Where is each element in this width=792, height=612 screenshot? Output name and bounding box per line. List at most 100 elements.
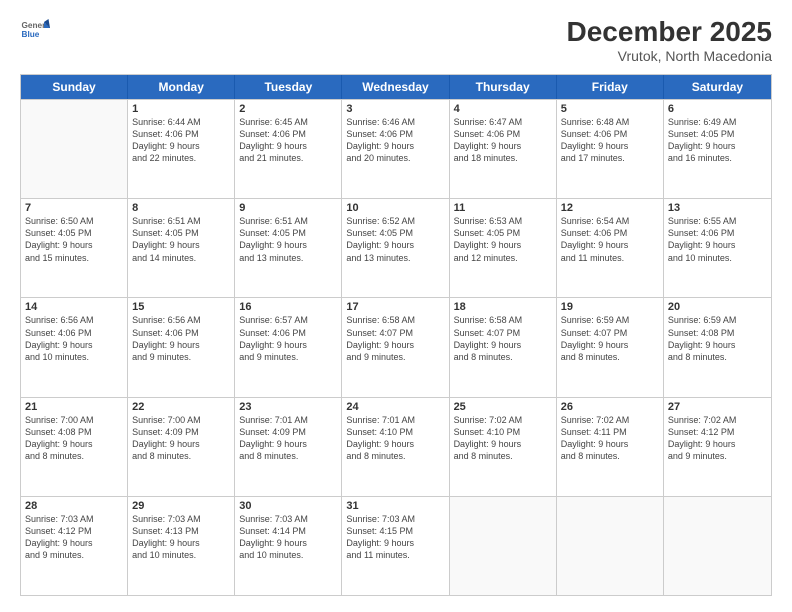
- page: General Blue December 2025 Vrutok, North…: [0, 0, 792, 612]
- day-number: 17: [346, 301, 444, 313]
- cal-cell: 26Sunrise: 7:02 AM Sunset: 4:11 PM Dayli…: [557, 398, 664, 496]
- cal-cell: 17Sunrise: 6:58 AM Sunset: 4:07 PM Dayli…: [342, 298, 449, 396]
- day-number: 6: [668, 103, 767, 115]
- cal-cell: 25Sunrise: 7:02 AM Sunset: 4:10 PM Dayli…: [450, 398, 557, 496]
- header-day-wednesday: Wednesday: [342, 75, 449, 99]
- day-info: Sunrise: 6:48 AM Sunset: 4:06 PM Dayligh…: [561, 116, 659, 165]
- cal-cell: 10Sunrise: 6:52 AM Sunset: 4:05 PM Dayli…: [342, 199, 449, 297]
- cal-cell: 1Sunrise: 6:44 AM Sunset: 4:06 PM Daylig…: [128, 100, 235, 198]
- day-info: Sunrise: 7:01 AM Sunset: 4:09 PM Dayligh…: [239, 414, 337, 463]
- logo: General Blue: [20, 16, 50, 46]
- cal-cell: 24Sunrise: 7:01 AM Sunset: 4:10 PM Dayli…: [342, 398, 449, 496]
- day-info: Sunrise: 6:54 AM Sunset: 4:06 PM Dayligh…: [561, 215, 659, 264]
- cal-cell: 3Sunrise: 6:46 AM Sunset: 4:06 PM Daylig…: [342, 100, 449, 198]
- svg-text:Blue: Blue: [22, 30, 40, 39]
- day-number: 5: [561, 103, 659, 115]
- day-info: Sunrise: 7:03 AM Sunset: 4:12 PM Dayligh…: [25, 513, 123, 562]
- day-info: Sunrise: 7:02 AM Sunset: 4:12 PM Dayligh…: [668, 414, 767, 463]
- day-info: Sunrise: 6:46 AM Sunset: 4:06 PM Dayligh…: [346, 116, 444, 165]
- cal-cell: 6Sunrise: 6:49 AM Sunset: 4:05 PM Daylig…: [664, 100, 771, 198]
- day-number: 23: [239, 401, 337, 413]
- day-info: Sunrise: 6:59 AM Sunset: 4:07 PM Dayligh…: [561, 314, 659, 363]
- day-info: Sunrise: 7:02 AM Sunset: 4:10 PM Dayligh…: [454, 414, 552, 463]
- day-number: 27: [668, 401, 767, 413]
- cal-cell: 22Sunrise: 7:00 AM Sunset: 4:09 PM Dayli…: [128, 398, 235, 496]
- day-number: 20: [668, 301, 767, 313]
- cal-cell: 21Sunrise: 7:00 AM Sunset: 4:08 PM Dayli…: [21, 398, 128, 496]
- day-info: Sunrise: 6:50 AM Sunset: 4:05 PM Dayligh…: [25, 215, 123, 264]
- day-number: 7: [25, 202, 123, 214]
- day-info: Sunrise: 7:03 AM Sunset: 4:13 PM Dayligh…: [132, 513, 230, 562]
- day-number: 9: [239, 202, 337, 214]
- day-number: 25: [454, 401, 552, 413]
- day-number: 30: [239, 500, 337, 512]
- day-info: Sunrise: 6:44 AM Sunset: 4:06 PM Dayligh…: [132, 116, 230, 165]
- cal-cell: [557, 497, 664, 595]
- day-number: 8: [132, 202, 230, 214]
- day-number: 28: [25, 500, 123, 512]
- day-info: Sunrise: 6:51 AM Sunset: 4:05 PM Dayligh…: [239, 215, 337, 264]
- day-info: Sunrise: 6:52 AM Sunset: 4:05 PM Dayligh…: [346, 215, 444, 264]
- header-day-thursday: Thursday: [450, 75, 557, 99]
- day-info: Sunrise: 6:56 AM Sunset: 4:06 PM Dayligh…: [132, 314, 230, 363]
- day-info: Sunrise: 6:45 AM Sunset: 4:06 PM Dayligh…: [239, 116, 337, 165]
- day-number: 21: [25, 401, 123, 413]
- header: General Blue December 2025 Vrutok, North…: [20, 16, 772, 64]
- day-info: Sunrise: 7:03 AM Sunset: 4:14 PM Dayligh…: [239, 513, 337, 562]
- day-number: 26: [561, 401, 659, 413]
- day-number: 3: [346, 103, 444, 115]
- calendar-row-1: 1Sunrise: 6:44 AM Sunset: 4:06 PM Daylig…: [21, 99, 771, 198]
- cal-cell: 13Sunrise: 6:55 AM Sunset: 4:06 PM Dayli…: [664, 199, 771, 297]
- day-number: 19: [561, 301, 659, 313]
- day-number: 18: [454, 301, 552, 313]
- cal-cell: [21, 100, 128, 198]
- header-day-saturday: Saturday: [664, 75, 771, 99]
- day-info: Sunrise: 6:59 AM Sunset: 4:08 PM Dayligh…: [668, 314, 767, 363]
- subtitle: Vrutok, North Macedonia: [567, 48, 772, 64]
- day-number: 15: [132, 301, 230, 313]
- day-number: 14: [25, 301, 123, 313]
- day-number: 11: [454, 202, 552, 214]
- title-block: December 2025 Vrutok, North Macedonia: [567, 16, 772, 64]
- header-day-monday: Monday: [128, 75, 235, 99]
- calendar-row-3: 14Sunrise: 6:56 AM Sunset: 4:06 PM Dayli…: [21, 297, 771, 396]
- header-day-tuesday: Tuesday: [235, 75, 342, 99]
- calendar-body: 1Sunrise: 6:44 AM Sunset: 4:06 PM Daylig…: [21, 99, 771, 595]
- calendar: SundayMondayTuesdayWednesdayThursdayFrid…: [20, 74, 772, 596]
- day-info: Sunrise: 6:53 AM Sunset: 4:05 PM Dayligh…: [454, 215, 552, 264]
- cal-cell: 7Sunrise: 6:50 AM Sunset: 4:05 PM Daylig…: [21, 199, 128, 297]
- cal-cell: 18Sunrise: 6:58 AM Sunset: 4:07 PM Dayli…: [450, 298, 557, 396]
- calendar-row-2: 7Sunrise: 6:50 AM Sunset: 4:05 PM Daylig…: [21, 198, 771, 297]
- cal-cell: 30Sunrise: 7:03 AM Sunset: 4:14 PM Dayli…: [235, 497, 342, 595]
- calendar-row-4: 21Sunrise: 7:00 AM Sunset: 4:08 PM Dayli…: [21, 397, 771, 496]
- cal-cell: 14Sunrise: 6:56 AM Sunset: 4:06 PM Dayli…: [21, 298, 128, 396]
- day-number: 29: [132, 500, 230, 512]
- calendar-row-5: 28Sunrise: 7:03 AM Sunset: 4:12 PM Dayli…: [21, 496, 771, 595]
- month-title: December 2025: [567, 16, 772, 48]
- day-info: Sunrise: 6:56 AM Sunset: 4:06 PM Dayligh…: [25, 314, 123, 363]
- cal-cell: 16Sunrise: 6:57 AM Sunset: 4:06 PM Dayli…: [235, 298, 342, 396]
- cal-cell: 31Sunrise: 7:03 AM Sunset: 4:15 PM Dayli…: [342, 497, 449, 595]
- day-number: 10: [346, 202, 444, 214]
- logo-icon: General Blue: [20, 16, 50, 46]
- cal-cell: [664, 497, 771, 595]
- day-number: 22: [132, 401, 230, 413]
- cal-cell: 11Sunrise: 6:53 AM Sunset: 4:05 PM Dayli…: [450, 199, 557, 297]
- day-info: Sunrise: 6:55 AM Sunset: 4:06 PM Dayligh…: [668, 215, 767, 264]
- cal-cell: 27Sunrise: 7:02 AM Sunset: 4:12 PM Dayli…: [664, 398, 771, 496]
- cal-cell: 2Sunrise: 6:45 AM Sunset: 4:06 PM Daylig…: [235, 100, 342, 198]
- cal-cell: 9Sunrise: 6:51 AM Sunset: 4:05 PM Daylig…: [235, 199, 342, 297]
- day-info: Sunrise: 7:03 AM Sunset: 4:15 PM Dayligh…: [346, 513, 444, 562]
- day-info: Sunrise: 6:57 AM Sunset: 4:06 PM Dayligh…: [239, 314, 337, 363]
- header-day-sunday: Sunday: [21, 75, 128, 99]
- day-info: Sunrise: 6:49 AM Sunset: 4:05 PM Dayligh…: [668, 116, 767, 165]
- cal-cell: 29Sunrise: 7:03 AM Sunset: 4:13 PM Dayli…: [128, 497, 235, 595]
- cal-cell: [450, 497, 557, 595]
- day-number: 1: [132, 103, 230, 115]
- cal-cell: 5Sunrise: 6:48 AM Sunset: 4:06 PM Daylig…: [557, 100, 664, 198]
- day-number: 4: [454, 103, 552, 115]
- calendar-header: SundayMondayTuesdayWednesdayThursdayFrid…: [21, 75, 771, 99]
- day-info: Sunrise: 7:00 AM Sunset: 4:08 PM Dayligh…: [25, 414, 123, 463]
- day-number: 13: [668, 202, 767, 214]
- cal-cell: 12Sunrise: 6:54 AM Sunset: 4:06 PM Dayli…: [557, 199, 664, 297]
